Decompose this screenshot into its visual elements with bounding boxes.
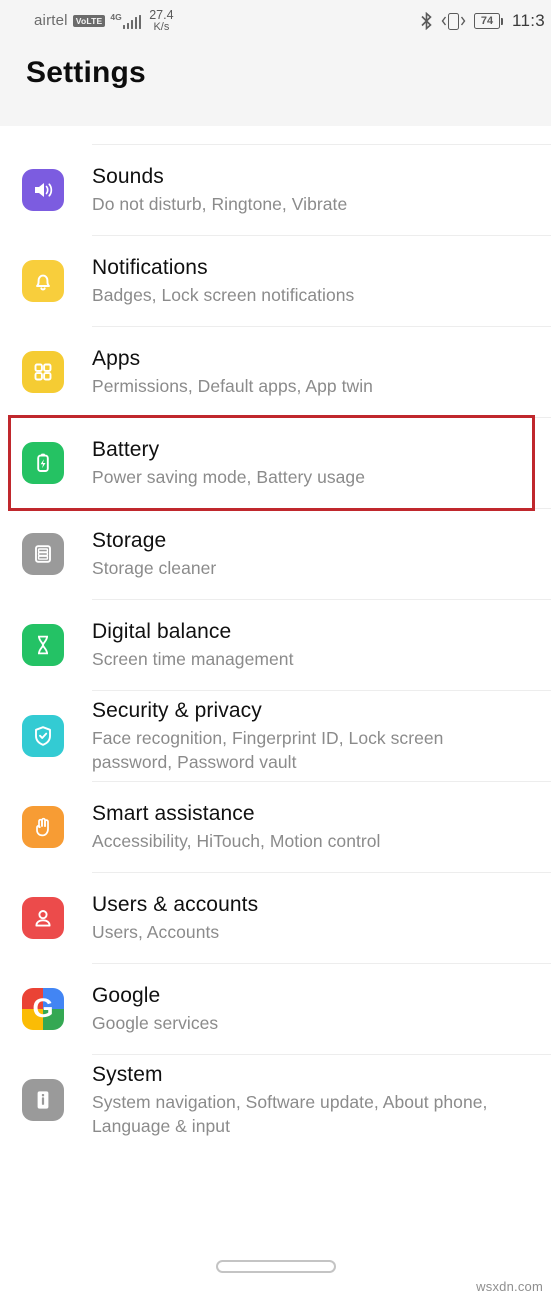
battery-level-label: 74 — [473, 12, 500, 30]
speaker-icon — [22, 169, 64, 211]
data-speed-indicator: 27.4 K/s — [149, 7, 174, 34]
settings-row-google[interactable]: G Google Google services — [0, 964, 551, 1054]
person-icon — [22, 897, 64, 939]
settings-row-text: Smart assistance Accessibility, HiTouch,… — [92, 801, 533, 854]
settings-row-subtitle: Google services — [92, 1012, 219, 1033]
settings-row-text: Apps Permissions, Default apps, App twin — [92, 346, 533, 399]
data-speed-unit: K/s — [153, 20, 170, 33]
battery-bolt-icon — [22, 442, 64, 484]
settings-row-smart-assistance[interactable]: Smart assistance Accessibility, HiTouch,… — [0, 782, 551, 872]
battery-indicator: 74 — [473, 12, 503, 30]
shield-check-icon — [22, 715, 64, 757]
settings-row-storage[interactable]: Storage Storage cleaner — [0, 509, 551, 599]
settings-row-title: Storage — [92, 528, 167, 552]
google-g-icon-tile: G — [22, 988, 64, 1030]
settings-row-subtitle: Do not disturb, Ringtone, Vibrate — [92, 193, 348, 214]
status-bar: airtel VoLTE 4G 27.4 K/s 74 11:3 — [0, 0, 551, 42]
settings-row-system[interactable]: System System navigation, Software updat… — [0, 1055, 551, 1145]
network-type-label: 4G — [110, 11, 122, 22]
settings-row-subtitle: System navigation, Software update, Abou… — [92, 1092, 488, 1136]
settings-row-text: Notifications Badges, Lock screen notifi… — [92, 255, 533, 308]
settings-row-apps[interactable]: Apps Permissions, Default apps, App twin — [0, 327, 551, 417]
settings-row-text: System System navigation, Software updat… — [92, 1062, 533, 1138]
status-bar-right: 74 11:3 — [420, 11, 545, 31]
page-title: Settings — [26, 56, 146, 89]
volte-badge: VoLTE — [72, 15, 106, 27]
bell-icon — [22, 260, 64, 302]
clock-label: 11:3 — [511, 11, 545, 30]
settings-row-subtitle: Accessibility, HiTouch, Motion control — [92, 830, 381, 851]
apps-grid-icon — [22, 351, 64, 393]
carrier-label: airtel — [34, 12, 68, 30]
settings-row-text: Digital balance Screen time management — [92, 619, 533, 672]
settings-row-title: Google — [92, 983, 161, 1007]
settings-row-users-accounts[interactable]: Users & accounts Users, Accounts — [0, 873, 551, 963]
page-header: Settings — [0, 42, 551, 126]
settings-row-text: Battery Power saving mode, Battery usage — [92, 437, 533, 490]
settings-row-text: Users & accounts Users, Accounts — [92, 892, 533, 945]
signal-indicator: 4G — [110, 11, 142, 30]
google-g-letter: G — [32, 993, 54, 1023]
data-speed-value: 27.4 — [149, 7, 174, 22]
watermark-label: wsxdn.com — [476, 1279, 543, 1294]
settings-row-title: Sounds — [92, 164, 164, 188]
settings-row-subtitle: Permissions, Default apps, App twin — [92, 375, 373, 396]
status-bar-left: airtel VoLTE 4G 27.4 K/s — [34, 7, 174, 34]
settings-row-title: System — [92, 1063, 163, 1087]
settings-row-security-privacy[interactable]: Security & privacy Face recognition, Fin… — [0, 691, 551, 781]
battery-cap-icon — [500, 17, 503, 25]
settings-row-subtitle: Power saving mode, Battery usage — [92, 466, 365, 487]
settings-row-subtitle: Face recognition, Fingerprint ID, Lock s… — [92, 728, 444, 772]
settings-row-title: Smart assistance — [92, 801, 255, 825]
google-g-icon: G — [22, 988, 64, 1030]
home-gesture-pill[interactable] — [215, 1259, 336, 1273]
settings-row-text: Google Google services — [92, 983, 533, 1036]
vibrate-icon — [440, 12, 467, 30]
settings-row-title: Battery — [92, 437, 160, 461]
settings-row-title: Digital balance — [92, 619, 232, 643]
settings-row-sounds[interactable]: Sounds Do not disturb, Ringtone, Vibrate — [0, 145, 551, 235]
settings-row-digital-balance[interactable]: Digital balance Screen time management — [0, 600, 551, 690]
settings-row-title: Notifications — [92, 255, 208, 279]
hand-icon — [22, 806, 64, 848]
hourglass-icon — [22, 624, 64, 666]
signal-bars-icon — [122, 15, 142, 30]
settings-row-subtitle: Storage cleaner — [92, 557, 217, 578]
settings-row-title: Apps — [92, 346, 141, 370]
bluetooth-icon — [420, 12, 433, 30]
settings-row-battery[interactable]: Battery Power saving mode, Battery usage — [0, 418, 551, 508]
settings-row-notifications[interactable]: Notifications Badges, Lock screen notifi… — [0, 236, 551, 326]
settings-list[interactable]: Sounds Do not disturb, Ringtone, Vibrate… — [0, 126, 551, 1145]
settings-row-text: Sounds Do not disturb, Ringtone, Vibrate — [92, 164, 533, 217]
settings-row-subtitle: Badges, Lock screen notifications — [92, 284, 355, 305]
settings-row-text: Storage Storage cleaner — [92, 528, 533, 581]
settings-row-text: Security & privacy Face recognition, Fin… — [92, 698, 533, 774]
navigation-bar — [0, 1238, 551, 1300]
partially-scrolled-row[interactable] — [0, 126, 551, 144]
storage-list-icon — [22, 533, 64, 575]
settings-row-subtitle: Users, Accounts — [92, 921, 220, 942]
phone-info-icon — [22, 1079, 64, 1121]
settings-row-title: Users & accounts — [92, 892, 259, 916]
settings-row-title: Security & privacy — [92, 699, 262, 723]
settings-row-subtitle: Screen time management — [92, 648, 294, 669]
